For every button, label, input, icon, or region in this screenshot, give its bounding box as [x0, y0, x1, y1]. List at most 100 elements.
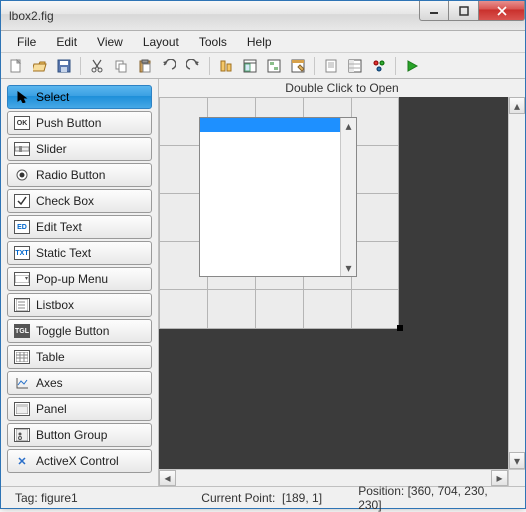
new-button[interactable] — [5, 56, 27, 76]
save-button[interactable] — [53, 56, 75, 76]
toolbar — [1, 53, 525, 79]
app-window: lbox2.fig File Edit View Layout Tools He… — [0, 0, 526, 509]
undo-button[interactable] — [158, 56, 180, 76]
menu-editor-icon — [243, 59, 257, 73]
toolbar-editor-icon — [291, 59, 305, 73]
window-title: lbox2.fig — [9, 9, 419, 23]
palette-panel[interactable]: Panel — [7, 397, 152, 421]
button-group-icon — [14, 428, 30, 442]
vertical-scrollbar[interactable]: ▴ ▾ — [508, 97, 525, 469]
panel-icon — [14, 402, 30, 416]
palette-activex[interactable]: ✕ ActiveX Control — [7, 449, 152, 473]
arrow-up-icon[interactable]: ▴ — [341, 118, 356, 134]
palette-label: ActiveX Control — [36, 454, 119, 468]
scroll-track[interactable] — [509, 114, 525, 452]
palette-label: Panel — [36, 402, 67, 416]
property-inspector-button[interactable] — [344, 56, 366, 76]
arrow-down-icon[interactable]: ▾ — [341, 260, 356, 276]
body: Select OK Push Button Slider Radio Butto… — [1, 79, 525, 486]
palette-axes[interactable]: Axes — [7, 371, 152, 395]
resize-handle[interactable] — [397, 325, 403, 331]
popup-icon — [14, 272, 30, 286]
palette-label: Slider — [36, 142, 67, 156]
palette-label: Button Group — [36, 428, 107, 442]
menu-help[interactable]: Help — [237, 33, 282, 51]
menu-layout[interactable]: Layout — [133, 33, 189, 51]
menu-view[interactable]: View — [87, 33, 133, 51]
editor-button[interactable] — [320, 56, 342, 76]
palette-label: Static Text — [36, 246, 91, 260]
palette-popup-menu[interactable]: Pop-up Menu — [7, 267, 152, 291]
palette-label: Table — [36, 350, 65, 364]
cp-value: [189, 1] — [282, 491, 322, 505]
maximize-icon — [459, 6, 469, 16]
arrow-left-icon[interactable]: ◂ — [159, 470, 176, 486]
pos-label: Position: — [358, 484, 404, 498]
palette-table[interactable]: Table — [7, 345, 152, 369]
palette-label: Select — [36, 90, 69, 104]
figure-grid[interactable]: ▴ ▾ — [159, 97, 399, 329]
new-icon — [9, 59, 23, 73]
cursor-icon — [14, 90, 30, 104]
palette-check-box[interactable]: Check Box — [7, 189, 152, 213]
paste-button[interactable] — [134, 56, 156, 76]
palette-select[interactable]: Select — [7, 85, 152, 109]
align-icon — [219, 59, 233, 73]
undo-icon — [162, 59, 176, 73]
object-browser-button[interactable] — [368, 56, 390, 76]
run-button[interactable] — [401, 56, 423, 76]
tab-order-button[interactable] — [263, 56, 285, 76]
menu-file[interactable]: File — [7, 33, 46, 51]
arrow-up-icon[interactable]: ▴ — [509, 97, 525, 114]
palette-radio-button[interactable]: Radio Button — [7, 163, 152, 187]
activex-icon: ✕ — [14, 454, 30, 468]
status-position: Position: [360, 704, 230, 230] — [350, 484, 519, 512]
edit-text-icon: ED — [14, 220, 30, 234]
palette-slider[interactable]: Slider — [7, 137, 152, 161]
palette-static-text[interactable]: TXT Static Text — [7, 241, 152, 265]
copy-button[interactable] — [110, 56, 132, 76]
redo-icon — [186, 59, 200, 73]
palette-label: Check Box — [36, 194, 94, 208]
palette-listbox[interactable]: Listbox — [7, 293, 152, 317]
separator — [314, 57, 315, 75]
palette-button-group[interactable]: Button Group — [7, 423, 152, 447]
tag-value: figure1 — [41, 491, 78, 505]
palette-push-button[interactable]: OK Push Button — [7, 111, 152, 135]
minimize-icon — [429, 6, 439, 16]
scroll-track[interactable] — [341, 134, 356, 260]
listbox-scrollbar[interactable]: ▴ ▾ — [340, 118, 356, 276]
align-button[interactable] — [215, 56, 237, 76]
listbox-icon — [14, 298, 30, 312]
menu-edit[interactable]: Edit — [46, 33, 87, 51]
cut-icon — [90, 59, 104, 73]
save-icon — [57, 59, 71, 73]
canvas[interactable]: ▴ ▾ — [159, 97, 508, 469]
palette-label: Pop-up Menu — [36, 272, 108, 286]
toolbar-editor-button[interactable] — [287, 56, 309, 76]
copy-icon — [114, 59, 128, 73]
arrow-down-icon[interactable]: ▾ — [509, 452, 525, 469]
menu-editor-button[interactable] — [239, 56, 261, 76]
menu-tools[interactable]: Tools — [189, 33, 237, 51]
minimize-button[interactable] — [419, 1, 449, 21]
listbox-component[interactable]: ▴ ▾ — [199, 117, 357, 277]
close-button[interactable] — [479, 1, 525, 21]
open-icon — [33, 59, 47, 73]
statusbar: Tag: figure1 Current Point: [189, 1] Pos… — [1, 486, 525, 508]
palette-toggle-button[interactable]: TGL Toggle Button — [7, 319, 152, 343]
maximize-button[interactable] — [449, 1, 479, 21]
status-tag: Tag: figure1 — [7, 491, 193, 505]
redo-button[interactable] — [182, 56, 204, 76]
static-text-icon: TXT — [14, 246, 30, 260]
open-button[interactable] — [29, 56, 51, 76]
property-inspector-icon — [348, 59, 362, 73]
titlebar: lbox2.fig — [1, 1, 525, 31]
push-button-icon: OK — [14, 116, 30, 130]
palette-edit-text[interactable]: ED Edit Text — [7, 215, 152, 239]
component-palette: Select OK Push Button Slider Radio Butto… — [1, 79, 159, 486]
palette-label: Toggle Button — [36, 324, 109, 338]
cut-button[interactable] — [86, 56, 108, 76]
slider-icon — [14, 142, 30, 156]
separator — [395, 57, 396, 75]
